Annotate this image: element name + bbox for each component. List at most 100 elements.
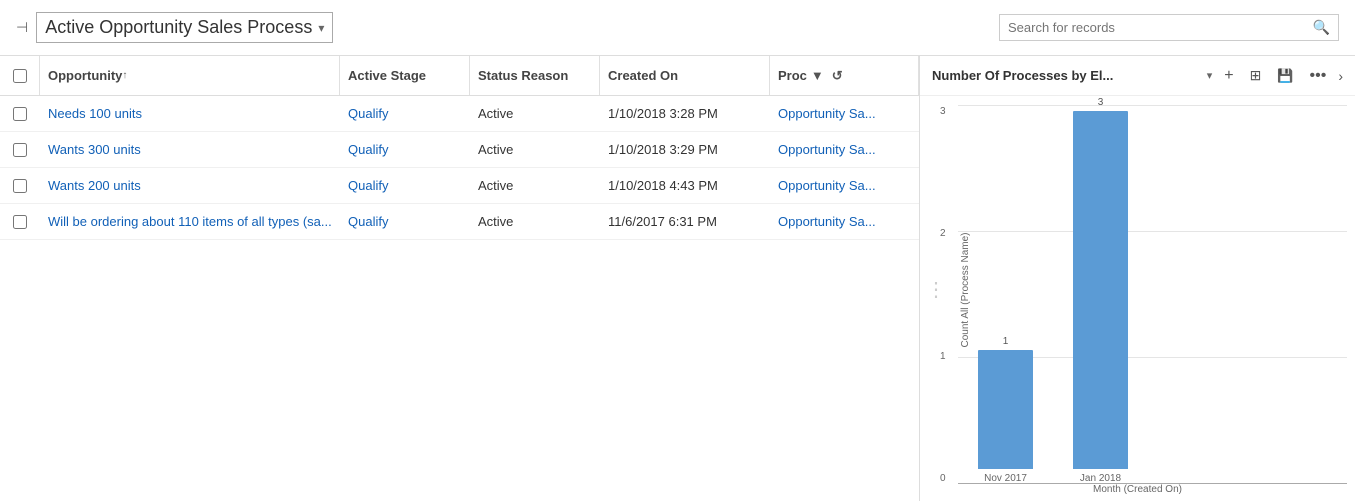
refresh-icon[interactable]: ↺ — [832, 68, 843, 84]
opportunity-cell: Will be ordering about 110 items of all … — [40, 204, 340, 239]
grid-body: Needs 100 units Qualify Active 1/10/2018… — [0, 96, 919, 501]
bar-label-nov2017: Nov 2017 — [984, 473, 1027, 484]
grid-panel: Opportunity ↑ Active Stage Status Reason… — [0, 56, 920, 501]
chart-header: Number Of Processes by El... ▾ + ⊞ 💾 •••… — [920, 56, 1355, 96]
y-axis: 0 1 2 3 — [940, 96, 946, 484]
bar-nov2017 — [978, 350, 1033, 469]
chart-body: ⋮ Count All (Process Name) 0 1 2 3 — [920, 96, 1355, 484]
chart-title-dropdown-icon[interactable]: ▾ — [1207, 69, 1213, 82]
search-box[interactable]: 🔍 — [999, 14, 1339, 41]
process-cell: Opportunity Sa... — [770, 204, 919, 239]
bar-jan2018 — [1073, 111, 1128, 469]
sort-asc-icon: ↑ — [122, 70, 127, 81]
row-checkbox[interactable] — [13, 215, 27, 229]
created-on-value: 1/10/2018 3:29 PM — [608, 142, 718, 157]
row-checkbox-cell — [0, 204, 40, 239]
table-row: Will be ordering about 110 items of all … — [0, 204, 919, 240]
created-on-cell: 1/10/2018 4:43 PM — [600, 168, 770, 203]
opportunity-link[interactable]: Wants 200 units — [48, 178, 141, 193]
created-on-value: 1/10/2018 3:28 PM — [608, 106, 718, 121]
process-column-header: Proc ▼ ↺ — [770, 56, 919, 95]
bar-value-nov2017: 1 — [1003, 336, 1009, 347]
title-dropdown-icon[interactable]: ▾ — [318, 21, 324, 35]
active-stage-cell: Qualify — [340, 96, 470, 131]
bar-value-jan2018: 3 — [1098, 97, 1104, 108]
bar-group-nov2017: 1 Nov 2017 — [978, 336, 1033, 484]
page-title: Active Opportunity Sales Process — [45, 17, 312, 38]
y-tick-3: 3 — [940, 106, 946, 117]
status-reason-value: Active — [478, 214, 513, 229]
filter-icon[interactable]: ▼ — [811, 68, 824, 83]
y-tick-2: 2 — [940, 228, 946, 239]
active-stage-link[interactable]: Qualify — [348, 142, 388, 157]
created-on-value: 1/10/2018 4:43 PM — [608, 178, 718, 193]
process-cell: Opportunity Sa... — [770, 168, 919, 203]
active-stage-link[interactable]: Qualify — [348, 178, 388, 193]
status-reason-cell: Active — [470, 132, 600, 167]
status-reason-cell: Active — [470, 204, 600, 239]
row-checkbox-cell — [0, 96, 40, 131]
status-reason-column-header[interactable]: Status Reason — [470, 56, 600, 95]
status-reason-header-label: Status Reason — [478, 68, 568, 83]
process-cell: Opportunity Sa... — [770, 96, 919, 131]
pin-icon: ⊣ — [16, 19, 28, 36]
chart-layout-button[interactable]: ⊞ — [1246, 65, 1266, 86]
active-stage-cell: Qualify — [340, 168, 470, 203]
status-reason-cell: Active — [470, 168, 600, 203]
active-stage-header-label: Active Stage — [348, 68, 426, 83]
opportunity-link[interactable]: Needs 100 units — [48, 106, 142, 121]
row-checkbox[interactable] — [13, 107, 27, 121]
bar-label-jan2018: Jan 2018 — [1080, 473, 1121, 484]
checkbox-header — [0, 56, 40, 95]
chart-add-button[interactable]: + — [1220, 65, 1237, 87]
active-stage-cell: Qualify — [340, 132, 470, 167]
chart-nav-icon[interactable]: › — [1338, 68, 1343, 84]
search-input[interactable] — [1008, 20, 1313, 35]
created-on-cell: 11/6/2017 6:31 PM — [600, 204, 770, 239]
row-checkbox[interactable] — [13, 143, 27, 157]
created-on-cell: 1/10/2018 3:28 PM — [600, 96, 770, 131]
main-content: Opportunity ↑ Active Stage Status Reason… — [0, 56, 1355, 501]
active-stage-cell: Qualify — [340, 204, 470, 239]
process-link[interactable]: Opportunity Sa... — [778, 142, 876, 157]
process-link[interactable]: Opportunity Sa... — [778, 214, 876, 229]
status-reason-value: Active — [478, 178, 513, 193]
x-axis-label: Month (Created On) — [920, 484, 1355, 501]
created-on-value: 11/6/2017 6:31 PM — [608, 214, 717, 229]
y-tick-0: 0 — [940, 473, 946, 484]
opportunity-link[interactable]: Will be ordering about 110 items of all … — [48, 214, 332, 229]
table-row: Wants 200 units Qualify Active 1/10/2018… — [0, 168, 919, 204]
chart-bars-container: 1 Nov 2017 3 Jan 2018 — [958, 106, 1347, 484]
chart-more-button[interactable]: ••• — [1306, 65, 1331, 87]
select-all-checkbox[interactable] — [13, 69, 27, 83]
created-on-column-header[interactable]: Created On — [600, 56, 770, 95]
opportunity-cell: Wants 200 units — [40, 168, 340, 203]
search-icon[interactable]: 🔍 — [1313, 19, 1330, 36]
grid-header: Opportunity ↑ Active Stage Status Reason… — [0, 56, 919, 96]
opportunity-column-header[interactable]: Opportunity ↑ — [40, 56, 340, 95]
process-cell: Opportunity Sa... — [770, 132, 919, 167]
chart-save-button[interactable]: 💾 — [1273, 66, 1297, 86]
header: ⊣ Active Opportunity Sales Process ▾ 🔍 — [0, 0, 1355, 56]
y-tick-1: 1 — [940, 351, 946, 362]
table-row: Wants 300 units Qualify Active 1/10/2018… — [0, 132, 919, 168]
opportunity-cell: Wants 300 units — [40, 132, 340, 167]
status-reason-cell: Active — [470, 96, 600, 131]
process-link[interactable]: Opportunity Sa... — [778, 178, 876, 193]
row-checkbox[interactable] — [13, 179, 27, 193]
process-link[interactable]: Opportunity Sa... — [778, 106, 876, 121]
opportunity-cell: Needs 100 units — [40, 96, 340, 131]
active-stage-link[interactable]: Qualify — [348, 106, 388, 121]
status-reason-value: Active — [478, 106, 513, 121]
bar-group-jan2018: 3 Jan 2018 — [1073, 97, 1128, 484]
active-stage-column-header[interactable]: Active Stage — [340, 56, 470, 95]
row-checkbox-cell — [0, 132, 40, 167]
opportunity-header-label: Opportunity — [48, 68, 122, 83]
created-on-header-label: Created On — [608, 68, 678, 83]
opportunity-link[interactable]: Wants 300 units — [48, 142, 141, 157]
chart-panel: Number Of Processes by El... ▾ + ⊞ 💾 •••… — [920, 56, 1355, 501]
active-stage-link[interactable]: Qualify — [348, 214, 388, 229]
chart-title: Number Of Processes by El... — [932, 68, 1199, 83]
title-container: Active Opportunity Sales Process ▾ — [36, 12, 333, 43]
row-checkbox-cell — [0, 168, 40, 203]
